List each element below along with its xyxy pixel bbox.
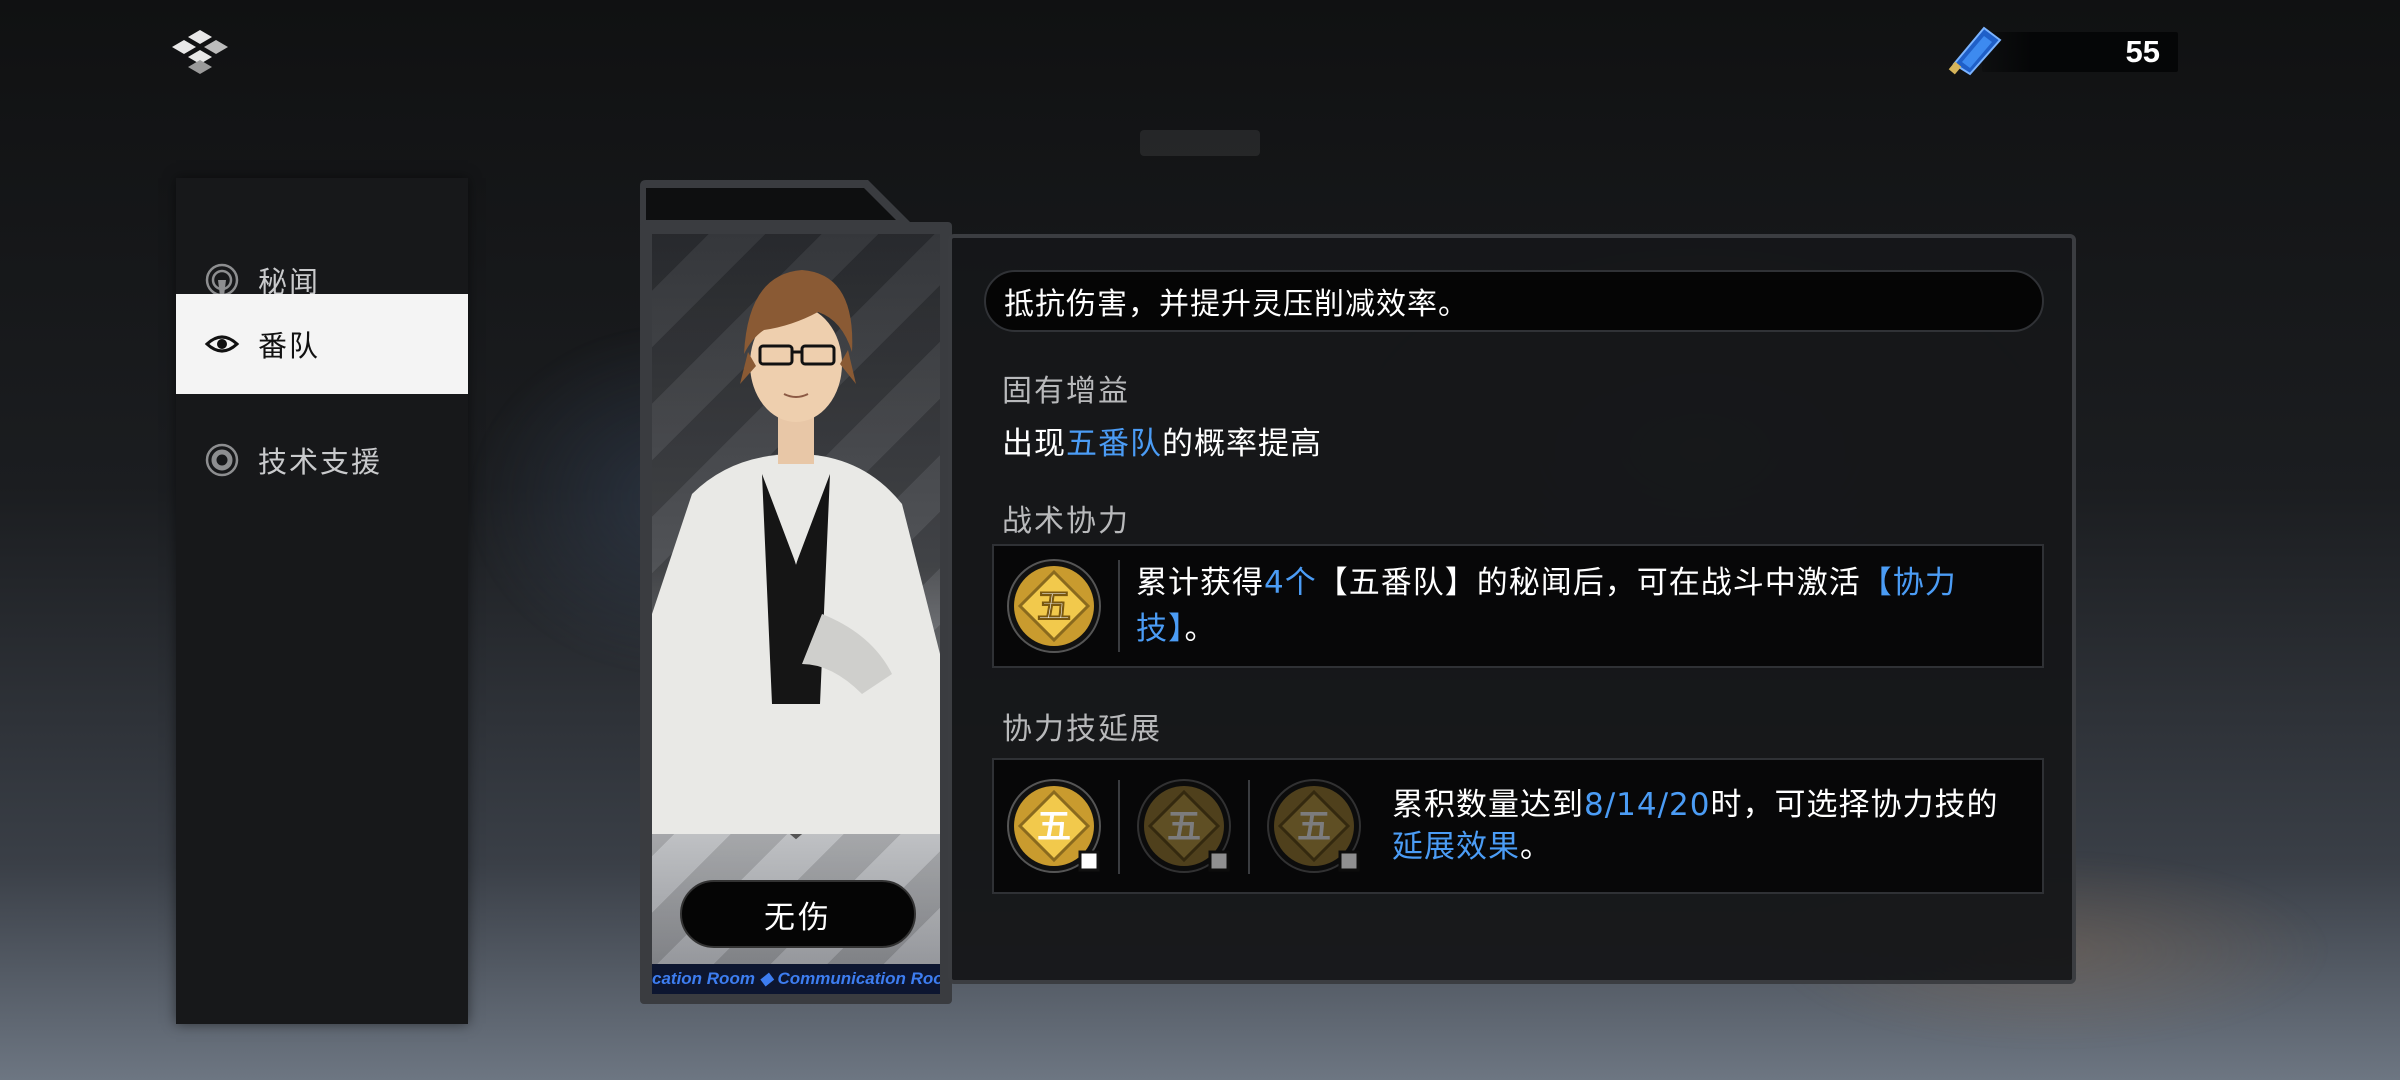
currency-display: 55 [1942,24,2178,76]
inherent-buff-title: 固有增益 [1002,374,1130,409]
extension-thresholds: 8/14/20 [1584,787,1711,823]
description: 抵抗伤害，并提升灵压削减效率。 [984,270,2044,332]
sidebar-item-tech-support[interactable]: 技术支援 [176,410,468,510]
tactical-synergy-box: 五 累计获得4个【五番队】的秘闻后，可在战斗中激活【协力技】。 [992,544,2044,668]
extension-effect-link[interactable]: 延展效果 [1392,829,1520,865]
division-medal-icon[interactable]: 五 [1006,778,1102,874]
ring-icon [204,442,240,478]
tactical-t5: 。 [1184,611,1217,647]
inherent-suffix: 的概率提高 [1162,426,1322,462]
synergy-extension-text: 累积数量达到8/14/20时，可选择协力技的延展效果。 [1392,784,2028,868]
info-panel: 抵抗伤害，并提升灵压削减效率。 固有增益 出现五番队的概率提高 战术协力 五 累… [948,234,2076,984]
tactical-synergy-title: 战术协力 [1002,504,1130,539]
synergy-extension-box: 五 五 五 累积数量达到8/14/20时，可选择协力技的延展效果。 [992,758,2044,894]
character-portrait [652,270,940,840]
currency-amount: 55 [2125,34,2160,69]
division-medal-locked-icon[interactable]: 五 [1266,778,1362,874]
tactical-count: 4个 [1264,565,1317,601]
inherent-prefix: 出现 [1002,426,1066,462]
extension-t5: 。 [1520,829,1552,865]
division-medal-icon[interactable]: 五 [1006,558,1102,654]
tactical-t3: 【五番队】的秘闻后，可在战斗中激活 [1316,565,1861,601]
synergy-extension-title: 协力技延展 [1002,712,1162,747]
sidebar-item-division[interactable]: 番队 [176,294,468,394]
sidebar-item-label: 番队 [258,329,321,363]
extension-t3: 时，可选择协力技的 [1710,787,1999,823]
menu-logo-icon[interactable] [172,28,228,76]
character-portrait-frame: 无伤 [652,234,940,974]
division-medal-locked-icon[interactable]: 五 [1136,778,1232,874]
ticker-banner: cation Room ◆ Communication Room [652,964,940,994]
svg-text:五: 五 [1167,807,1201,847]
character-card[interactable]: 无伤 cation Room ◆ Communication Room [640,222,952,1004]
background-title-placeholder [1140,130,1260,156]
eye-icon [204,326,240,362]
sidebar-item-label: 技术支援 [258,445,383,479]
svg-text:五: 五 [1297,807,1331,847]
extension-t1: 累积数量达到 [1392,787,1584,823]
crystal-card-icon [1948,26,2002,76]
svg-text:五: 五 [1037,807,1071,847]
character-name: 无伤 [680,880,916,948]
svg-text:五: 五 [1037,587,1071,627]
signal-icon [204,262,240,298]
tactical-synergy-text: 累计获得4个【五番队】的秘闻后，可在战斗中激活【协力技】。 [1136,560,2016,652]
inherent-highlight: 五番队 [1066,426,1162,462]
sidebar: 秘闻 番队 技术支援 [176,178,468,1024]
tactical-t1: 累计获得 [1136,565,1264,601]
inherent-buff-text: 出现五番队的概率提高 [1002,418,1322,463]
